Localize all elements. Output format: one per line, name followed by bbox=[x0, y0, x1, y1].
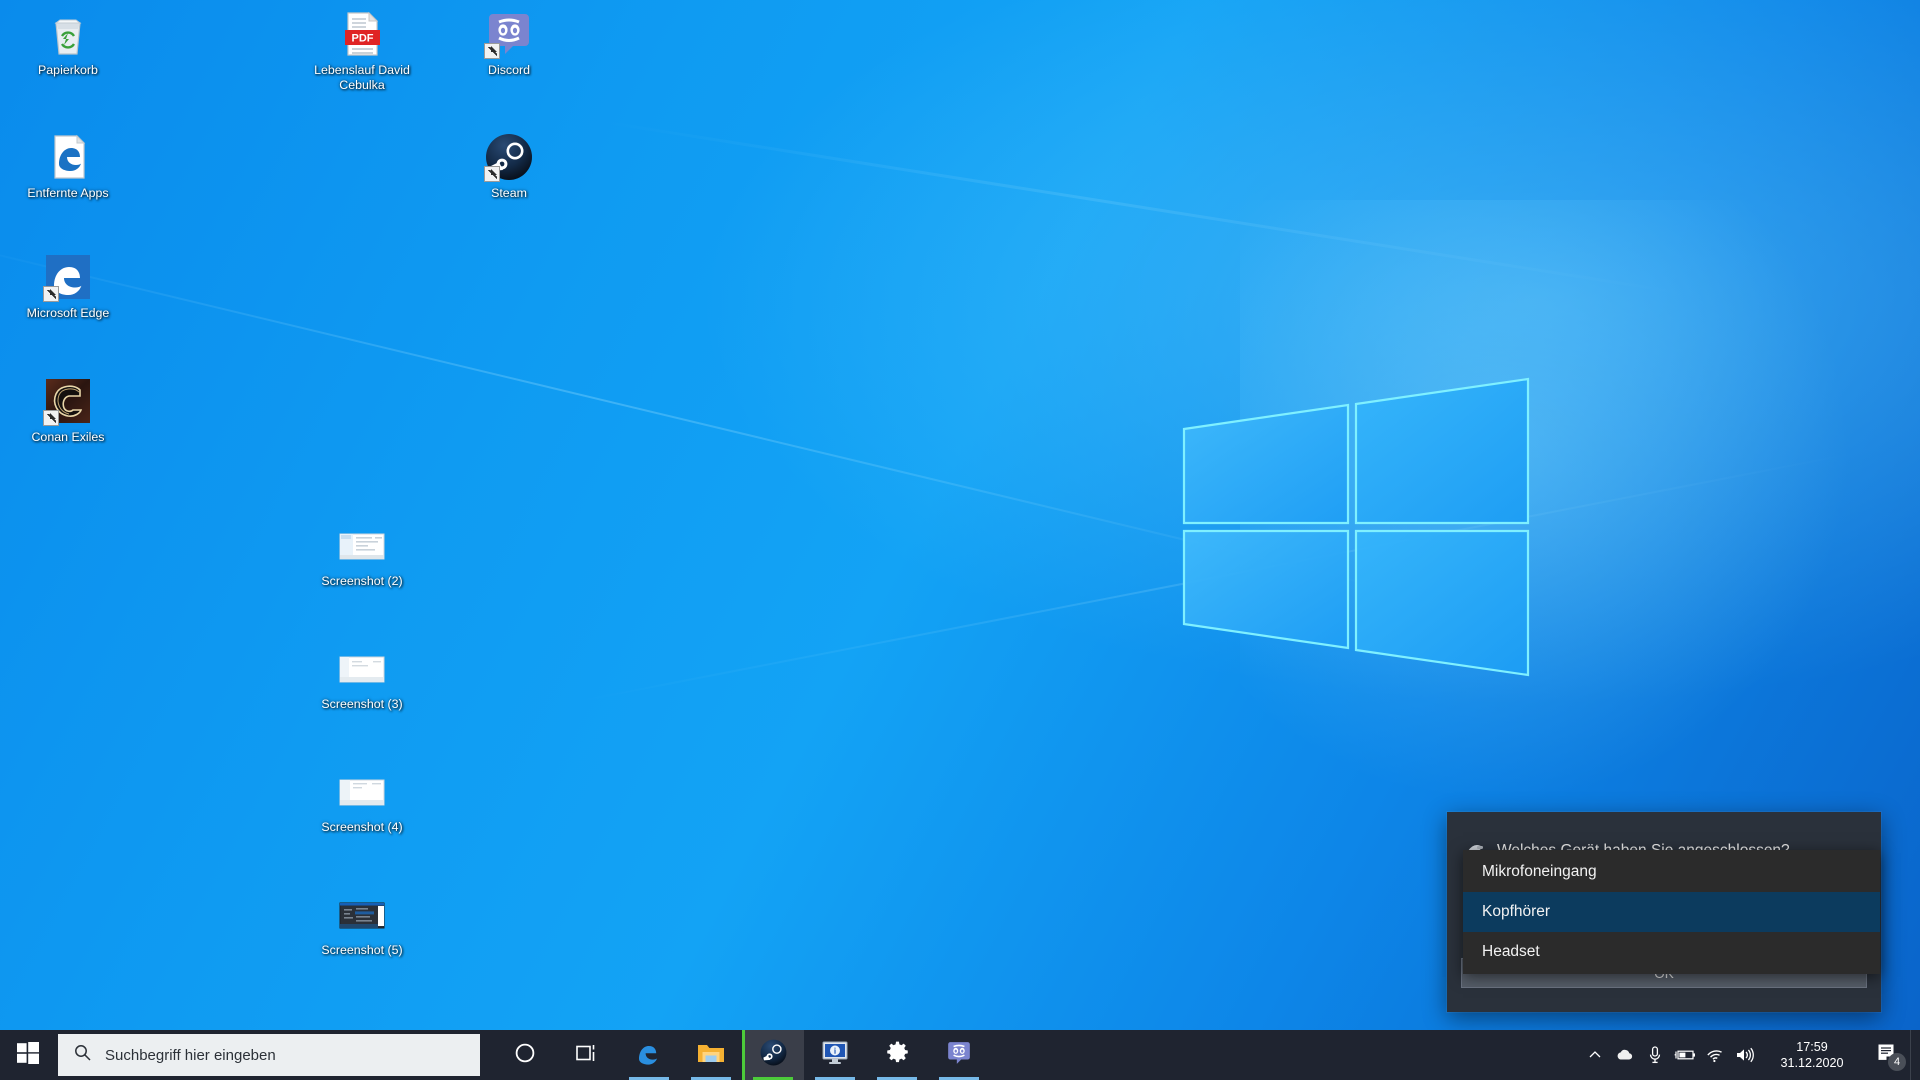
desktop-icon-label: Conan Exiles bbox=[31, 430, 105, 444]
shortcut-arrow-icon bbox=[43, 286, 59, 302]
discord-icon bbox=[484, 10, 533, 59]
show-desktop-button[interactable] bbox=[1910, 1030, 1920, 1080]
desktop-icon-steam[interactable]: Steam bbox=[461, 133, 557, 201]
image-thumbnail-icon bbox=[338, 644, 386, 692]
action-center-button[interactable]: 4 bbox=[1864, 1030, 1910, 1080]
taskbar-button-steam[interactable] bbox=[742, 1030, 804, 1080]
desktop-icon-pdf-resume[interactable]: PDF Lebenslauf David Cebulka bbox=[314, 10, 410, 92]
taskbar-button-cortana[interactable] bbox=[494, 1030, 556, 1080]
desktop-icon-screenshot-2[interactable]: Screenshot (2) bbox=[314, 521, 410, 589]
search-placeholder: Suchbegriff hier eingeben bbox=[105, 1046, 276, 1064]
clock-date: 31.12.2020 bbox=[1780, 1056, 1844, 1070]
desktop-icon-label: Discord bbox=[488, 63, 530, 77]
task-view-icon bbox=[575, 1043, 599, 1068]
image-thumbnail-icon bbox=[338, 890, 386, 938]
clock-time: 17:59 bbox=[1796, 1040, 1828, 1054]
taskbar: Suchbegriff hier eingeben i 17:59 31.12.… bbox=[0, 1030, 1920, 1080]
edge-html-file-icon bbox=[44, 133, 92, 181]
desktop-icon-label: Entfernte Apps bbox=[27, 186, 109, 200]
taskbar-button-edge[interactable] bbox=[618, 1030, 680, 1080]
gear-icon bbox=[885, 1040, 910, 1070]
windows-logo-icon bbox=[17, 1041, 39, 1069]
monitor-info-icon: i bbox=[821, 1040, 849, 1071]
folder-icon bbox=[697, 1041, 725, 1070]
shortcut-arrow-icon bbox=[484, 43, 500, 59]
desktop-icon-conan-exiles[interactable]: Conan Exiles bbox=[20, 377, 116, 445]
edge-icon bbox=[636, 1040, 662, 1071]
desktop-icon-label: Steam bbox=[491, 186, 527, 200]
recycle-bin-icon bbox=[44, 10, 92, 58]
onedrive-icon[interactable] bbox=[1610, 1030, 1640, 1080]
desktop-icon-label: Microsoft Edge bbox=[26, 306, 110, 320]
image-thumbnail-icon bbox=[338, 521, 386, 569]
taskbar-button-discord[interactable] bbox=[928, 1030, 990, 1080]
wallpaper-light-ray bbox=[599, 120, 1687, 296]
taskbar-button-task-view[interactable] bbox=[556, 1030, 618, 1080]
desktop-surface[interactable]: Papierkorb PDF Lebenslauf David Cebulka bbox=[0, 0, 1920, 1080]
svg-text:PDF: PDF bbox=[352, 33, 374, 45]
desktop-icon-label: Papierkorb bbox=[38, 63, 98, 77]
microphone-icon[interactable] bbox=[1640, 1030, 1670, 1080]
desktop-icon-removed-apps[interactable]: Entfernte Apps bbox=[20, 133, 116, 201]
search-icon bbox=[74, 1044, 91, 1066]
dropdown-option-headset[interactable]: Headset bbox=[1463, 932, 1880, 972]
desktop-icon-label: Screenshot (3) bbox=[321, 697, 403, 711]
steam-icon bbox=[760, 1039, 787, 1071]
desktop-icon-label: Lebenslauf David Cebulka bbox=[314, 63, 410, 92]
taskbar-clock[interactable]: 17:59 31.12.2020 bbox=[1760, 1030, 1864, 1080]
desktop-icon-microsoft-edge[interactable]: Microsoft Edge bbox=[20, 253, 116, 321]
device-dropdown-list[interactable]: Mikrofoneingang Kopfhörer Headset bbox=[1463, 850, 1880, 974]
taskbar-button-settings[interactable] bbox=[866, 1030, 928, 1080]
desktop-icon-screenshot-3[interactable]: Screenshot (3) bbox=[314, 644, 410, 712]
wifi-icon[interactable] bbox=[1700, 1030, 1730, 1080]
windows-hero-logo bbox=[1180, 365, 1540, 705]
taskbar-button-system-info[interactable]: i bbox=[804, 1030, 866, 1080]
edge-tile-icon bbox=[43, 253, 92, 302]
battery-charging-icon[interactable] bbox=[1670, 1030, 1700, 1080]
taskbar-button-file-explorer[interactable] bbox=[680, 1030, 742, 1080]
image-thumbnail-icon bbox=[338, 767, 386, 815]
steam-icon bbox=[484, 133, 533, 182]
desktop-icon-screenshot-5[interactable]: Screenshot (5) bbox=[314, 890, 410, 958]
system-tray: 17:59 31.12.2020 4 bbox=[1580, 1030, 1920, 1080]
start-button[interactable] bbox=[0, 1030, 56, 1080]
desktop-icon-label: Screenshot (5) bbox=[321, 943, 403, 957]
conan-exiles-icon bbox=[43, 377, 92, 426]
dropdown-option-kopfhoerer[interactable]: Kopfhörer bbox=[1463, 892, 1880, 932]
dropdown-option-mikrofoneingang[interactable]: Mikrofoneingang bbox=[1463, 852, 1880, 892]
cortana-circle-icon bbox=[514, 1042, 536, 1069]
pdf-file-icon: PDF bbox=[338, 10, 386, 58]
desktop-icon-label: Screenshot (4) bbox=[321, 820, 403, 834]
discord-icon bbox=[946, 1040, 972, 1071]
speaker-icon[interactable] bbox=[1730, 1030, 1760, 1080]
desktop-icon-recycle-bin[interactable]: Papierkorb bbox=[20, 10, 116, 78]
notification-badge: 4 bbox=[1888, 1053, 1906, 1071]
desktop-icon-screenshot-4[interactable]: Screenshot (4) bbox=[314, 767, 410, 835]
shortcut-arrow-icon bbox=[484, 166, 500, 182]
search-input[interactable]: Suchbegriff hier eingeben bbox=[58, 1034, 480, 1076]
shortcut-arrow-icon bbox=[43, 410, 59, 426]
show-hidden-icons-button[interactable] bbox=[1580, 1030, 1610, 1080]
desktop-icon-label: Screenshot (2) bbox=[321, 574, 403, 588]
desktop-icon-discord[interactable]: Discord bbox=[461, 10, 557, 78]
